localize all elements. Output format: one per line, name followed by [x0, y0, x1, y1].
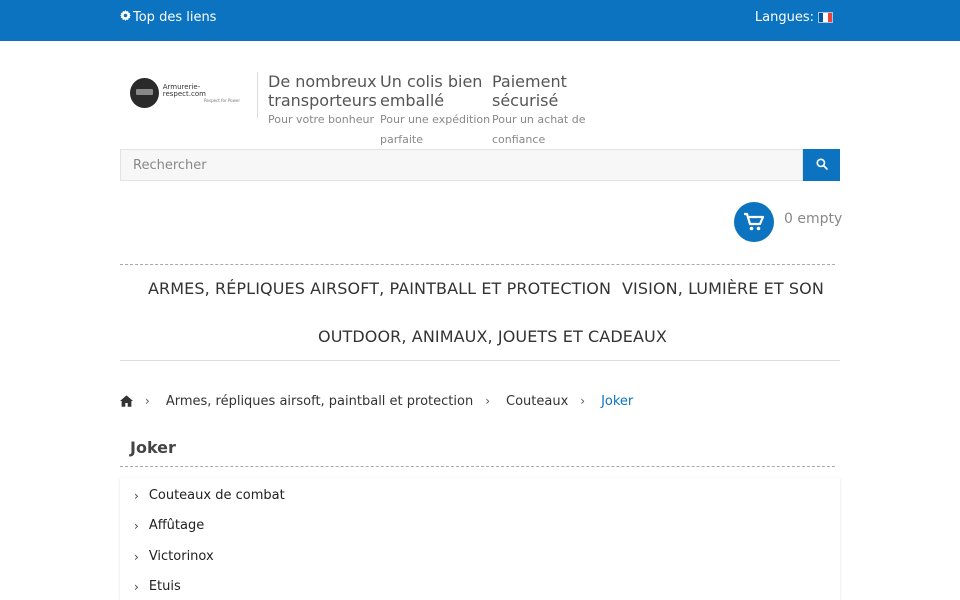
menu-top-divider [120, 264, 835, 265]
menu-item-vision[interactable]: VISION, LUMIÈRE ET SON [622, 279, 824, 298]
search-bar [120, 149, 840, 181]
feature-transporters: De nombreux transporteurs Pour votre bon… [268, 72, 380, 130]
search-icon [815, 157, 828, 173]
subcategory-label: Etuis [148, 579, 181, 594]
chevron-right-icon: › [134, 549, 139, 564]
cart-summary: 0 empty [784, 210, 843, 227]
top-bar: Top des liens Langues: [0, 0, 960, 41]
cart-icon [734, 202, 774, 242]
feature-title: De nombreux transporteurs [268, 72, 377, 110]
breadcrumb-item-couteaux[interactable]: Couteaux [506, 394, 568, 409]
chevron-right-icon: › [485, 394, 490, 408]
home-icon[interactable] [120, 395, 133, 407]
chevron-right-icon: › [580, 394, 586, 408]
page-title: Joker [130, 438, 176, 457]
chevron-right-icon: › [134, 579, 139, 594]
search-button[interactable] [803, 149, 840, 181]
logo-name: Armurerie-respect.com [162, 82, 206, 98]
cart-button[interactable]: 0 empty [734, 202, 842, 242]
chevron-right-icon: › [134, 518, 139, 533]
menu-bottom-divider [120, 360, 840, 361]
search-input[interactable] [120, 149, 803, 181]
languages-label: Langues: [754, 10, 814, 25]
menu-item-armes[interactable]: ARMES, RÉPLIQUES AIRSOFT, PAINTBALL ET P… [148, 279, 611, 298]
feature-payment: Paiement sécurisé Pour un achat de confi… [492, 72, 604, 150]
top-links-label: Top des liens [133, 10, 217, 25]
subcategory-item[interactable]: › Etuis [134, 579, 181, 594]
feature-subtitle: Pour un achat de confiance [492, 113, 586, 146]
feature-subtitle: Pour votre bonheur [268, 113, 374, 126]
menu-item-outdoor[interactable]: OUTDOOR, ANIMAUX, JOUETS ET CADEAUX [318, 327, 667, 346]
subcategory-item[interactable]: › Affûtage [134, 518, 204, 533]
logo-gun-icon [130, 78, 159, 108]
subcategory-label: Couteaux de combat [148, 488, 285, 503]
site-logo[interactable]: Armurerie-respect.com Respect for Power [130, 78, 240, 108]
chevron-right-icon: › [145, 394, 150, 408]
subcategory-item[interactable]: › Couteaux de combat [134, 488, 285, 503]
title-divider [120, 466, 835, 467]
feature-subtitle: Pour une expédition parfaite [380, 113, 491, 146]
breadcrumb: › Armes, répliques airsoft, paintball et… [120, 392, 633, 410]
breadcrumb-item-armes[interactable]: Armes, répliques airsoft, paintball et p… [166, 394, 473, 409]
french-flag-icon [818, 12, 833, 23]
language-selector[interactable]: Langues: [755, 10, 833, 25]
logo-text: Armurerie-respect.com Respect for Power [162, 82, 240, 103]
chevron-right-icon: › [134, 488, 139, 503]
logo-tagline: Respect for Power [203, 97, 240, 103]
breadcrumb-current: Joker [601, 393, 634, 409]
subcategory-label: Affûtage [148, 518, 205, 533]
feature-title: Un colis bien emballé [380, 72, 483, 110]
subcategory-item[interactable]: › Victorinox [134, 549, 214, 564]
top-links[interactable]: Top des liens [120, 10, 216, 25]
header-divider [257, 72, 258, 118]
feature-title: Paiement sécurisé [492, 72, 567, 110]
subcategory-list: › Couteaux de combat › Affûtage › Victor… [120, 478, 840, 600]
gear-icon [120, 10, 131, 25]
feature-packaging: Un colis bien emballé Pour une expéditio… [380, 72, 492, 150]
subcategory-label: Victorinox [148, 549, 214, 564]
